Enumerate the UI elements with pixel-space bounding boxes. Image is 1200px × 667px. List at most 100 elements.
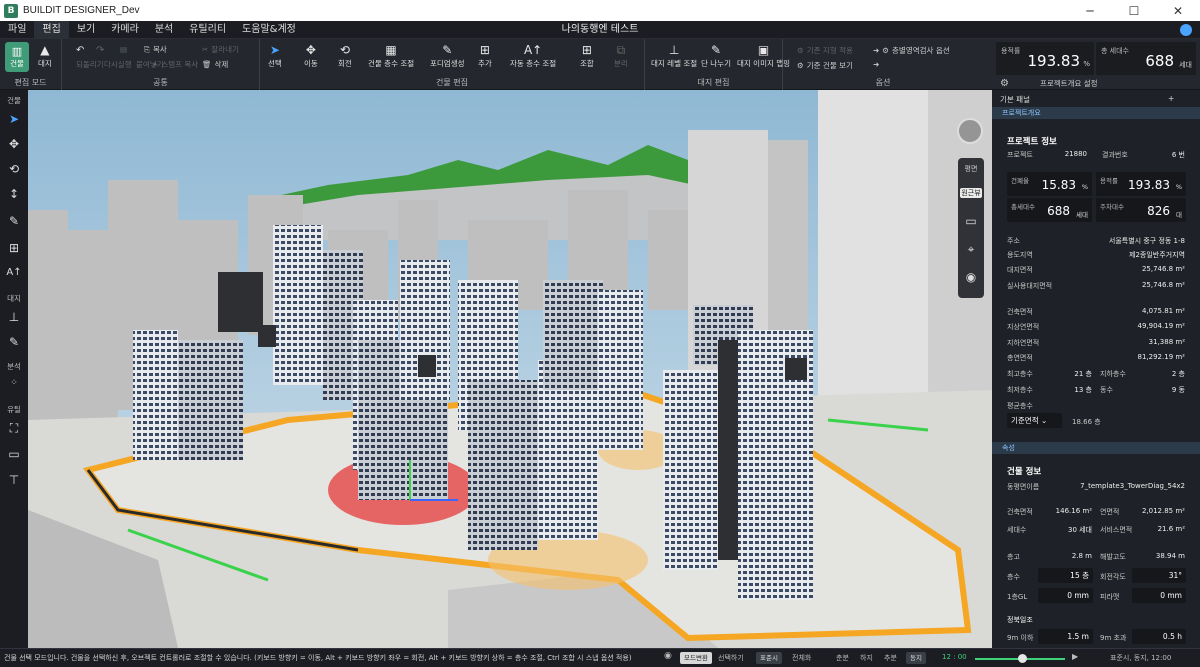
full-day-toggle[interactable]: 전체화: [792, 653, 811, 663]
menu-bar: 파일 편집 보기 카메라 분석 유틸리티 도움말&계정 나의동행엔 테스트: [0, 20, 1200, 39]
compass-icon[interactable]: [957, 118, 983, 144]
avg-floor-select[interactable]: 기준면적 ⌄: [1007, 413, 1062, 428]
plan-view-button[interactable]: 평면: [960, 164, 982, 174]
arrow-icon: ➜: [873, 60, 880, 69]
paste-button[interactable]: ▤: [120, 45, 127, 54]
rotation-input[interactable]: 31°: [1132, 568, 1186, 583]
time-slider-handle[interactable]: [1018, 654, 1027, 663]
floor-check-option-button[interactable]: ➜ ⚙ 층별영역검사 옵션: [873, 45, 950, 56]
mode-convert-toggle[interactable]: 모드변환: [680, 652, 712, 664]
move-tool-button[interactable]: ✥ 이동: [304, 43, 318, 69]
add-building-button[interactable]: ⊞ 추가: [478, 43, 492, 69]
user-avatar-icon[interactable]: [1180, 24, 1192, 36]
terrain-option-button[interactable]: ⚙ 기존 지형 적용: [797, 45, 853, 56]
auto-floor-button[interactable]: A↑ 자동 층수 조절: [510, 43, 556, 69]
far-metric: 용적률 193.83 %: [996, 42, 1094, 75]
3d-viewport[interactable]: [28, 90, 992, 648]
auto-floor-icon: A↑: [523, 43, 543, 57]
altitude-row: 해발고도 38.94 m: [1100, 552, 1185, 561]
menu-file[interactable]: 파일: [0, 21, 34, 39]
add-icon[interactable]: ⊞: [0, 241, 28, 255]
minimap-icon[interactable]: ▭: [958, 214, 984, 228]
site-area-row: 대지면적 25,746.8 m²: [1007, 265, 1185, 274]
combine-button[interactable]: ⊞ 조합: [580, 43, 594, 69]
mode-site-button[interactable]: ▲ 대지: [38, 43, 52, 69]
camera-icon[interactable]: ◉: [958, 270, 984, 284]
above-row: 지상연면적 49,904.19 m²: [1007, 322, 1185, 331]
eye-icon[interactable]: ◉: [664, 651, 672, 661]
winter-solstice-button[interactable]: 동지: [906, 652, 926, 664]
pencil-icon[interactable]: ✎: [0, 214, 28, 228]
split-button[interactable]: ⧉ 분리: [614, 43, 628, 69]
autumn-equinox-button[interactable]: 추분: [884, 653, 897, 663]
level-icon[interactable]: ⊥: [0, 310, 28, 324]
site-level-button[interactable]: ⊥ 대지 레벨 조절: [651, 43, 697, 69]
terrain-icon: ▲: [40, 43, 50, 57]
redo-button[interactable]: ↷: [96, 45, 104, 56]
cut-icon: ✂: [202, 45, 209, 54]
play-icon[interactable]: ▶: [1072, 652, 1078, 661]
delete-button[interactable]: 🗑 삭제: [202, 59, 228, 70]
stamp-copy-button[interactable]: ✦ 스탬프 복사: [152, 59, 198, 70]
sunlight-9m-below-input[interactable]: 1.5 m: [1038, 629, 1093, 644]
knife-icon[interactable]: ✎: [0, 335, 28, 349]
base-building-view-button[interactable]: ⚙ 기준 건물 보기: [797, 60, 853, 71]
group-label-site-edit: 대지 편집: [697, 78, 730, 87]
menu-help[interactable]: 도움말&계정: [234, 21, 304, 39]
section-attributes[interactable]: 속성: [992, 442, 1200, 454]
select-tool-button[interactable]: ➤ 선택: [268, 43, 282, 69]
menu-analysis[interactable]: 분석: [147, 21, 181, 39]
piloti-input[interactable]: 0 mm: [1132, 588, 1186, 603]
status-message: 건물 선택 모드입니다. 건물을 선택하신 후, 오브젝트 컨트롤러로 조절할 …: [4, 654, 632, 662]
perspective-view-button[interactable]: 원근뷰: [960, 188, 982, 198]
floor-adjust-button[interactable]: ▦ 건물 층수 조절: [368, 43, 414, 69]
total-area-row: 총연면적 81,292.19 m²: [1007, 353, 1185, 362]
add-panel-icon[interactable]: +: [1168, 94, 1174, 103]
close-icon[interactable]: ✕: [1156, 0, 1200, 21]
site-cut-button[interactable]: ✎ 단 나누기: [701, 43, 731, 69]
stamp-icon[interactable]: ⊤: [0, 473, 28, 487]
menu-view[interactable]: 보기: [69, 21, 103, 39]
rotate-tool-button[interactable]: ⟲ 회전: [338, 43, 352, 69]
mode-building-button[interactable]: ▥ 건물: [5, 42, 29, 72]
ruler-icon[interactable]: ▭: [0, 447, 28, 461]
group-label-options: 옵션: [875, 78, 891, 87]
gl-input[interactable]: 0 mm: [1038, 588, 1093, 603]
auto-floor-icon[interactable]: A↑: [0, 267, 28, 278]
menu-camera[interactable]: 카메라: [103, 21, 147, 39]
sunlight-9m-above-input[interactable]: 0.5 h: [1132, 629, 1186, 644]
sunlight-9m-above-label: 9m 초과: [1100, 634, 1127, 642]
arrow-option-button[interactable]: ➜: [873, 60, 879, 69]
menu-utility[interactable]: 유틸리티: [181, 21, 234, 39]
piloti-label: 피라맷: [1100, 593, 1120, 601]
podium-button[interactable]: ✎ 포디엄생성: [430, 43, 465, 69]
summer-solstice-button[interactable]: 하지: [860, 653, 873, 663]
location-pin-icon[interactable]: ⌖: [958, 242, 984, 257]
copy-button[interactable]: ⎘ 복사: [144, 44, 167, 55]
select-toggle[interactable]: 선택하기: [718, 653, 744, 663]
maximize-icon[interactable]: ☐: [1112, 0, 1156, 21]
standard-time-toggle[interactable]: 표준시: [756, 652, 782, 664]
minimize-icon[interactable]: ─: [1068, 0, 1112, 21]
frame-icon[interactable]: ⛶: [0, 421, 28, 436]
group-label-common: 공통: [153, 78, 168, 87]
undo-button[interactable]: ↶: [76, 45, 84, 56]
status-bar: 건물 선택 모드입니다. 건물을 선택하신 후, 오브젝트 컨트롤러로 조절할 …: [0, 648, 1200, 667]
floors-input[interactable]: 15 층: [1038, 568, 1093, 583]
cursor-icon: ➤: [269, 43, 280, 57]
select-cursor-icon[interactable]: ➤: [0, 112, 28, 126]
rotate-icon[interactable]: ⟲: [0, 162, 28, 176]
menu-edit[interactable]: 편집: [34, 20, 69, 39]
height-icon[interactable]: ↕: [0, 187, 28, 201]
scatter-icon[interactable]: ⁘: [0, 378, 28, 388]
parking-card: 주차대수 826 대: [1096, 198, 1186, 222]
cut-button[interactable]: ✂ 잘라내기: [202, 44, 239, 55]
project-settings-button[interactable]: ⚙ 프로젝트개요 설정: [1000, 78, 1098, 89]
section-project-overview[interactable]: 프로젝트개요: [992, 107, 1200, 119]
image-map-icon: ▣: [757, 43, 770, 57]
city-scene[interactable]: [28, 90, 992, 648]
move-icon[interactable]: ✥: [0, 137, 28, 151]
arrow-icon: ➜: [873, 46, 880, 55]
spring-equinox-button[interactable]: 춘분: [836, 653, 849, 663]
type-row: 동평면이름 7_template3_TowerDiag_54x2: [1007, 482, 1185, 491]
